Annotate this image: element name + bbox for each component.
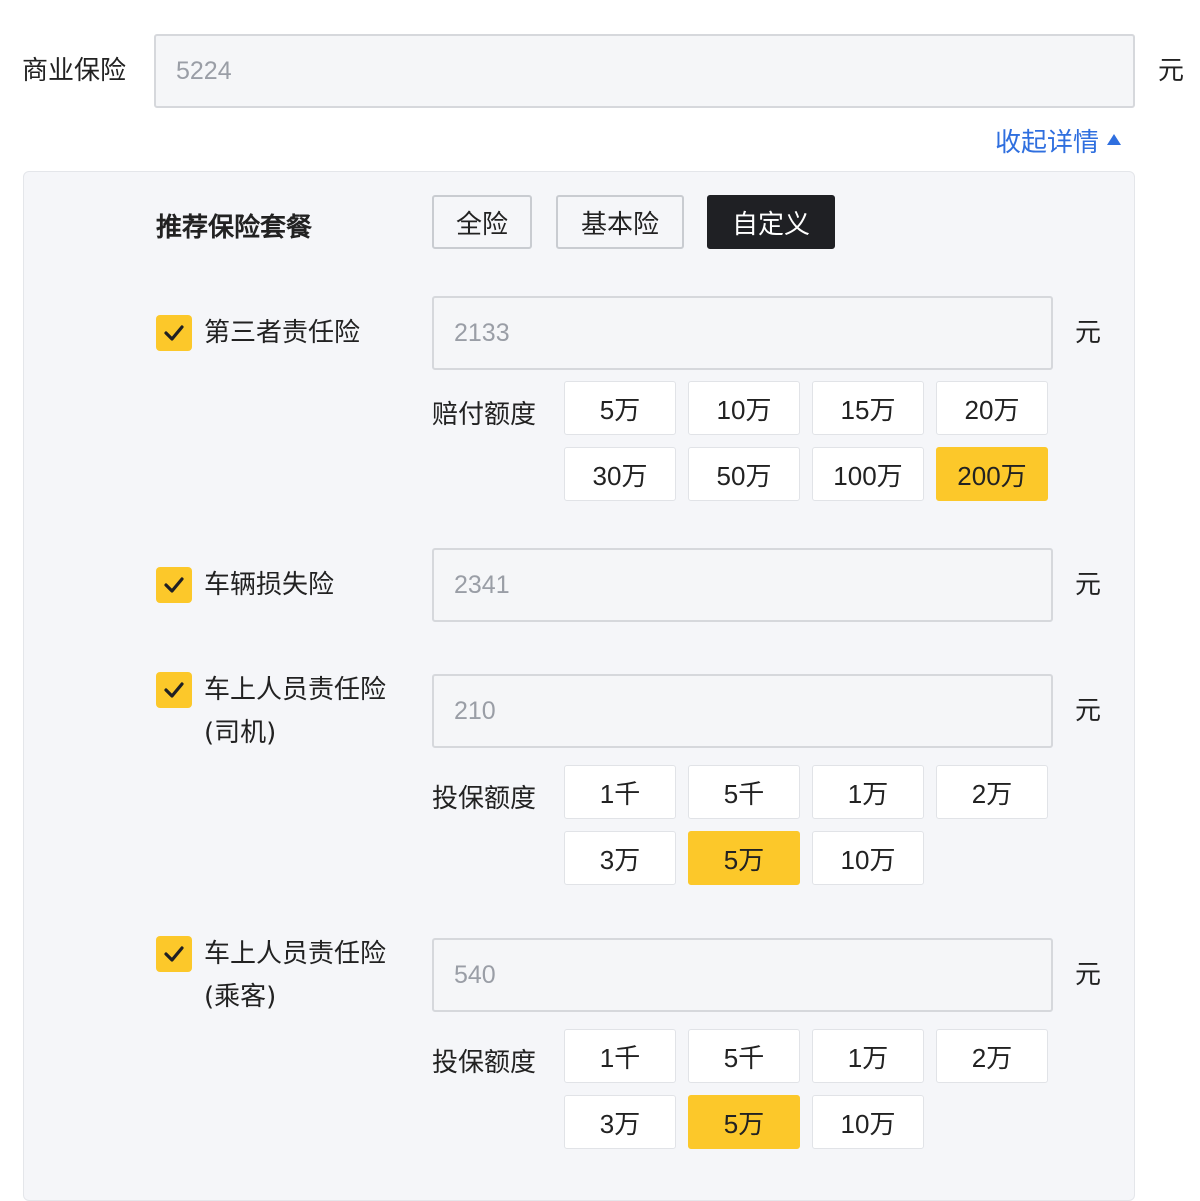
driver-liability-checkbox[interactable] [156,672,192,708]
coverage-option[interactable]: 50万 [688,447,800,501]
driver-liability-coverage-label: 投保额度 [432,784,537,814]
vehicle-damage-checkbox[interactable] [156,567,192,603]
driver-liability-name-suffix: (司机) [204,718,277,748]
commercial-insurance-input[interactable]: 5224 [154,34,1135,108]
coverage-option[interactable]: 15万 [812,381,924,435]
commercial-insurance-label: 商业保险 [22,56,127,86]
passenger-liability-unit: 元 [1075,960,1102,990]
driver-liability-name: 车上人员责任险 [204,675,387,705]
check-icon [164,577,184,593]
driver-liability-premium-input[interactable]: 210 [432,674,1053,748]
coverage-option[interactable]: 1万 [812,1029,924,1083]
coverage-option[interactable]: 1千 [564,765,676,819]
coverage-option[interactable]: 3万 [564,1095,676,1149]
caret-up-icon [1107,134,1122,145]
passenger-liability-checkbox[interactable] [156,936,192,972]
passenger-liability-name-suffix: (乘客) [204,982,277,1012]
vehicle-damage-name: 车辆损失险 [204,570,335,600]
vehicle-damage-premium-input[interactable]: 2341 [432,548,1053,622]
coverage-option-selected[interactable]: 200万 [936,447,1048,501]
third-party-unit: 元 [1075,318,1102,348]
third-party-coverage-label: 赔付额度 [432,400,537,430]
coverage-option[interactable]: 30万 [564,447,676,501]
collapse-details-label: 收起详情 [995,128,1100,158]
coverage-option[interactable]: 10万 [688,381,800,435]
third-party-premium-input[interactable]: 2133 [432,296,1053,370]
insurance-detail-panel: 推荐保险套餐 全险 基本险 自定义 第三者责任险 2133 元 赔付额度 5万 … [23,171,1135,1201]
coverage-option[interactable]: 10万 [812,831,924,885]
package-basic-button[interactable]: 基本险 [556,195,684,249]
coverage-option[interactable]: 10万 [812,1095,924,1149]
commercial-insurance-unit: 元 [1158,56,1185,86]
coverage-option-selected[interactable]: 5万 [688,1095,800,1149]
check-icon [164,682,184,698]
coverage-option[interactable]: 100万 [812,447,924,501]
check-icon [164,325,184,341]
collapse-details-link[interactable]: 收起详情 [995,122,1122,159]
passenger-liability-coverage-label: 投保额度 [432,1048,537,1078]
package-full-button[interactable]: 全险 [432,195,532,249]
package-title: 推荐保险套餐 [156,213,313,243]
passenger-liability-premium-input[interactable]: 540 [432,938,1053,1012]
check-icon [164,946,184,962]
coverage-option-selected[interactable]: 5万 [688,831,800,885]
coverage-option[interactable]: 5万 [564,381,676,435]
coverage-option[interactable]: 2万 [936,1029,1048,1083]
coverage-option[interactable]: 3万 [564,831,676,885]
third-party-name: 第三者责任险 [204,318,361,348]
vehicle-damage-unit: 元 [1075,570,1102,600]
coverage-option[interactable]: 2万 [936,765,1048,819]
passenger-liability-name: 车上人员责任险 [204,939,387,969]
coverage-option[interactable]: 1万 [812,765,924,819]
coverage-option[interactable]: 1千 [564,1029,676,1083]
coverage-option[interactable]: 5千 [688,765,800,819]
driver-liability-unit: 元 [1075,696,1102,726]
third-party-checkbox[interactable] [156,315,192,351]
coverage-option[interactable]: 5千 [688,1029,800,1083]
package-custom-button[interactable]: 自定义 [707,195,835,249]
coverage-option[interactable]: 20万 [936,381,1048,435]
